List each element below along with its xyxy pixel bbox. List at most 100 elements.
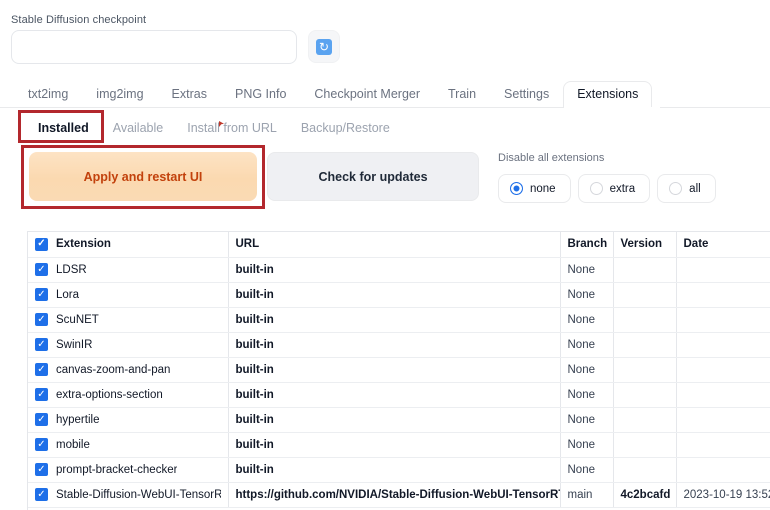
table-row: ✓ Stable-Diffusion-WebUI-TensorRT https://… <box>28 482 770 508</box>
tab-img2img[interactable]: img2img <box>82 81 157 108</box>
row-checkbox[interactable]: ✓ <box>35 413 48 426</box>
cell-extension: ✓ Stable-Diffusion-WebUI-TensorRT <box>28 482 229 508</box>
cell-extension: ✓ LDSR <box>28 257 229 283</box>
table-row: ✓ Lora built-in None <box>28 282 770 308</box>
table-row: ✓ ScuNET built-in None <box>28 307 770 333</box>
cell-version <box>613 307 677 333</box>
column-header-extension[interactable]: ✓ Extension <box>28 232 229 258</box>
cell-branch: None <box>560 382 614 408</box>
cell-branch: None <box>560 357 614 383</box>
cell-url: built-in <box>228 257 561 283</box>
radio-dot-icon <box>510 182 523 195</box>
cell-version <box>613 407 677 433</box>
cell-version <box>613 282 677 308</box>
cell-extension: ✓ mobile <box>28 432 229 458</box>
cell-url: built-in <box>228 357 561 383</box>
row-checkbox[interactable]: ✓ <box>35 463 48 476</box>
radio-option-all[interactable]: all <box>657 174 716 203</box>
column-header-date[interactable]: Date <box>676 232 770 258</box>
sub-tab-installed[interactable]: Installed <box>26 118 101 138</box>
extensions-page: Stable Diffusion checkpoint ↻ txt2img im… <box>0 0 770 510</box>
row-checkbox[interactable]: ✓ <box>35 363 48 376</box>
column-header-version[interactable]: Version <box>613 232 677 258</box>
row-checkbox[interactable]: ✓ <box>35 288 48 301</box>
cell-extension: ✓ prompt-bracket-checker <box>28 457 229 483</box>
cell-url: built-in <box>228 307 561 333</box>
cell-extension: ✓ extra-options-section <box>28 382 229 408</box>
extension-name: LDSR <box>56 263 87 276</box>
row-checkbox[interactable]: ✓ <box>35 338 48 351</box>
tab-checkpoint-merger[interactable]: Checkpoint Merger <box>300 81 434 108</box>
sub-tab-available[interactable]: Available <box>101 118 176 138</box>
sub-tab-install-from-url[interactable]: Install from URL <box>175 118 289 138</box>
sub-tab-backup-restore[interactable]: Backup/Restore <box>289 118 402 138</box>
cell-date <box>676 357 770 383</box>
cell-url: https://github.com/NVIDIA/Stable-Diffusi… <box>228 482 561 508</box>
cell-branch: None <box>560 457 614 483</box>
row-checkbox[interactable]: ✓ <box>35 438 48 451</box>
row-checkbox[interactable]: ✓ <box>35 388 48 401</box>
radio-label-extra: extra <box>609 182 636 195</box>
extension-name: ScuNET <box>56 313 99 326</box>
column-header-branch[interactable]: Branch <box>560 232 614 258</box>
table-body: ✓ LDSR built-in None ✓ Lora built-in None ✓ ScuNE… <box>28 257 770 508</box>
tab-extensions[interactable]: Extensions <box>563 81 653 108</box>
cell-date <box>676 332 770 358</box>
sub-tab-bar: Installed Available Install from URL Bac… <box>0 114 770 142</box>
extension-name: canvas-zoom-and-pan <box>56 363 171 376</box>
tab-txt2img[interactable]: txt2img <box>14 81 82 108</box>
table-header-row: ✓ Extension URL Branch Version Date <box>28 232 770 258</box>
refresh-checkpoints-button[interactable]: ↻ <box>308 30 340 63</box>
cell-version <box>613 332 677 358</box>
row-checkbox[interactable]: ✓ <box>35 263 48 276</box>
extension-name: prompt-bracket-checker <box>56 463 178 476</box>
radio-dot-icon <box>589 182 603 195</box>
disable-all-extensions-radio-group: none extra all <box>498 174 716 203</box>
row-checkbox[interactable]: ✓ <box>35 488 48 501</box>
cell-branch: None <box>560 282 614 308</box>
main-tab-bar: txt2img img2img Extras PNG Info Checkpoi… <box>0 78 770 108</box>
check-for-updates-button[interactable]: Check for updates <box>267 152 479 201</box>
checkpoint-label: Stable Diffusion checkpoint <box>11 14 147 26</box>
tab-extras[interactable]: Extras <box>158 81 221 108</box>
extension-name: SwinIR <box>56 338 93 351</box>
cell-date: 2023-10-19 13:52: <box>676 482 770 508</box>
checkpoint-input[interactable] <box>11 30 297 64</box>
cell-version <box>613 432 677 458</box>
radio-option-extra[interactable]: extra <box>577 174 651 203</box>
cell-url: built-in <box>228 407 561 433</box>
cell-extension: ✓ ScuNET <box>28 307 229 333</box>
cell-branch: main <box>560 482 614 508</box>
table-row: ✓ mobile built-in None <box>28 432 770 458</box>
extension-name: mobile <box>56 438 90 451</box>
cell-url: built-in <box>228 282 561 308</box>
extensions-table: ✓ Extension URL Branch Version Date ✓ LDS… <box>27 231 770 510</box>
active-tab-joint <box>568 107 660 109</box>
apply-and-restart-ui-button[interactable]: Apply and restart UI <box>29 152 257 201</box>
table-row: ✓ LDSR built-in None <box>28 257 770 283</box>
select-all-checkbox[interactable]: ✓ <box>35 237 48 251</box>
cell-date <box>676 407 770 433</box>
cell-url: built-in <box>228 332 561 358</box>
cell-version: 4c2bcafd <box>613 482 677 508</box>
tab-settings[interactable]: Settings <box>490 81 563 108</box>
extension-name: extra-options-section <box>56 388 163 401</box>
cell-branch: None <box>560 307 614 333</box>
tab-train[interactable]: Train <box>434 81 490 108</box>
tab-png-info[interactable]: PNG Info <box>221 81 300 108</box>
row-checkbox[interactable]: ✓ <box>35 313 48 326</box>
cell-url: built-in <box>228 382 561 408</box>
cell-date <box>676 257 770 283</box>
cell-date <box>676 382 770 408</box>
table-row: ✓ canvas-zoom-and-pan built-in None <box>28 357 770 383</box>
refresh-icon: ↻ <box>316 38 332 55</box>
cell-extension: ✓ canvas-zoom-and-pan <box>28 357 229 383</box>
column-header-extension-label: Extension <box>56 238 111 251</box>
radio-dot-icon <box>669 182 683 195</box>
column-header-url[interactable]: URL <box>228 232 561 258</box>
cell-branch: None <box>560 257 614 283</box>
cell-date <box>676 307 770 333</box>
disable-all-extensions-label: Disable all extensions <box>498 152 605 164</box>
radio-option-none[interactable]: none <box>498 174 571 203</box>
extension-name: Lora <box>56 288 80 301</box>
